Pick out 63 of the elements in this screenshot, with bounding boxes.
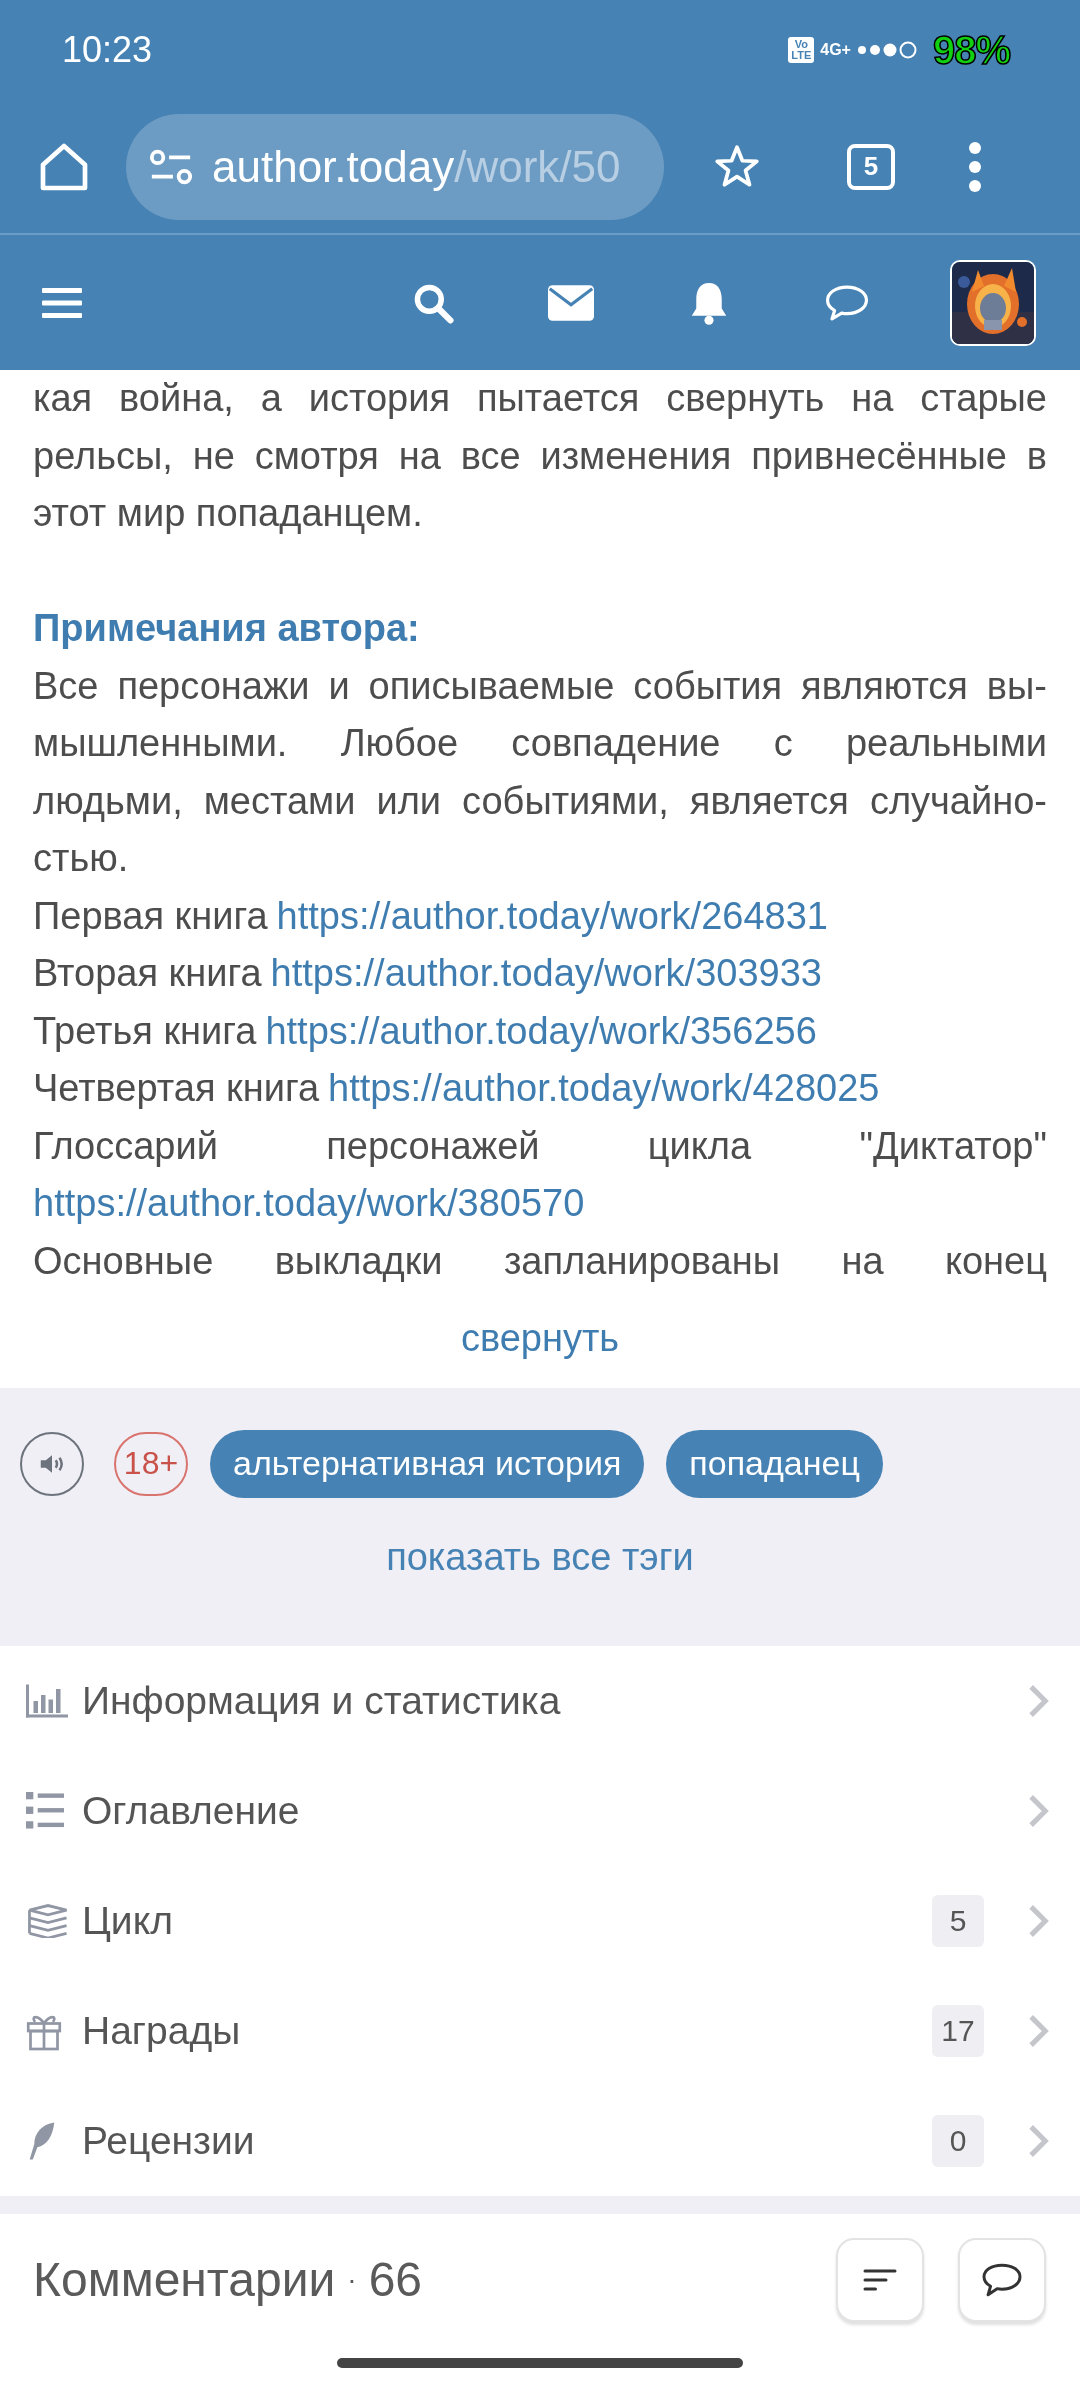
book-link[interactable]: https://author.today/work/264831 — [276, 887, 828, 945]
glossary-label: Глоссарий персонажей цикла "Диктатор" — [33, 1123, 1047, 1169]
book-link[interactable]: https://author.today/work/428025 — [328, 1060, 880, 1118]
menu-button[interactable] — [42, 286, 82, 319]
section-heading: Примечания автора: — [33, 606, 421, 651]
chevron-right-icon — [1028, 2012, 1050, 2049]
glossary-link[interactable]: https://author.today/work/380570 — [33, 1175, 585, 1233]
menu-item[interactable]: Цикл 5 — [0, 1865, 1080, 1976]
count-badge: 17 — [932, 2004, 984, 2057]
more-icon — [967, 140, 983, 193]
battery-level: 98% — [932, 27, 1010, 73]
genre-tag[interactable]: альтернативная история — [210, 1429, 645, 1498]
bell-icon — [689, 280, 729, 325]
count-badge: 5 — [932, 1894, 984, 1947]
audio-button[interactable] — [20, 1431, 84, 1496]
home-indicator[interactable] — [337, 2357, 743, 2368]
book-label: Первая книга — [33, 893, 268, 939]
collapse-link[interactable]: свернуть — [460, 1310, 620, 1368]
book-link[interactable]: https://author.today/work/356256 — [265, 1002, 817, 1060]
network-type: 4G+ — [820, 41, 851, 59]
list-icon — [26, 1791, 64, 1830]
menu-button[interactable] — [967, 140, 983, 193]
comments-count: 66 — [368, 2252, 423, 2307]
menu-item-label: Оглавление — [82, 1788, 301, 1833]
chevron-right-icon — [1028, 1902, 1050, 1939]
hamburger-icon — [42, 286, 82, 319]
address-bar[interactable]: author.today/work/50 — [126, 113, 664, 220]
chevron-right-icon — [1028, 1792, 1050, 1829]
book-label: Четвертая книга — [33, 1066, 320, 1111]
book-label: Третья книга — [33, 1008, 257, 1054]
tab-count-button[interactable]: 5 — [847, 143, 895, 190]
comments-title: Комментарии — [33, 2252, 336, 2307]
show-all-tags-link[interactable]: показать все тэги — [386, 1535, 694, 1579]
menu-item[interactable]: Информация и статистика — [0, 1645, 1080, 1756]
count-badge: 0 — [932, 2114, 984, 2167]
sort-icon — [862, 2267, 898, 2292]
clock-time: 10:23 — [62, 29, 153, 71]
age-rating-badge: 18+ — [114, 1431, 188, 1496]
url-text: author.today/work/50 — [212, 141, 621, 192]
menu-item[interactable]: Рецензии 0 — [0, 2085, 1080, 2196]
book-label: Вторая книга — [33, 951, 262, 996]
sort-button[interactable] — [836, 2237, 924, 2322]
separator-dot: · — [347, 2263, 357, 2296]
paragraph: кая война, а история пытается свернуть на старые рельсы, не смотря на все изменения привнесённые в этот мир попаданцем. — [33, 376, 1047, 536]
book-link[interactable]: https://author.today/work/303933 — [270, 945, 822, 1003]
paragraph: Все персонажи и описываемые события являются вы- мышленными. Любое совпадение с реальными людьми, местами или событиями, является случайно- стью. — [33, 663, 1047, 881]
signal-icon — [856, 40, 919, 60]
menu-item-label: Цикл — [82, 1898, 174, 1943]
chevron-right-icon — [1028, 2122, 1050, 2159]
bar-chart-icon — [26, 1683, 68, 1718]
books-icon — [26, 1903, 70, 1938]
envelope-icon — [548, 284, 594, 321]
comment-button[interactable] — [958, 2237, 1046, 2322]
menu-item[interactable]: Награды 17 — [0, 1975, 1080, 2086]
menu-item[interactable]: Оглавление — [0, 1755, 1080, 1866]
menu-item-label: Награды — [82, 2008, 242, 2053]
volte-badge: Vo LTE — [788, 37, 815, 63]
menu-item-label: Рецензии — [82, 2118, 256, 2163]
speech-bubble-icon — [980, 2261, 1024, 2298]
menu-item-label: Информация и статистика — [82, 1678, 562, 1723]
paragraph: Основные выкладки запланированы на конец — [33, 1238, 1047, 1284]
genre-tag[interactable]: попаданец — [666, 1429, 883, 1498]
chevron-right-icon — [1028, 1682, 1050, 1719]
